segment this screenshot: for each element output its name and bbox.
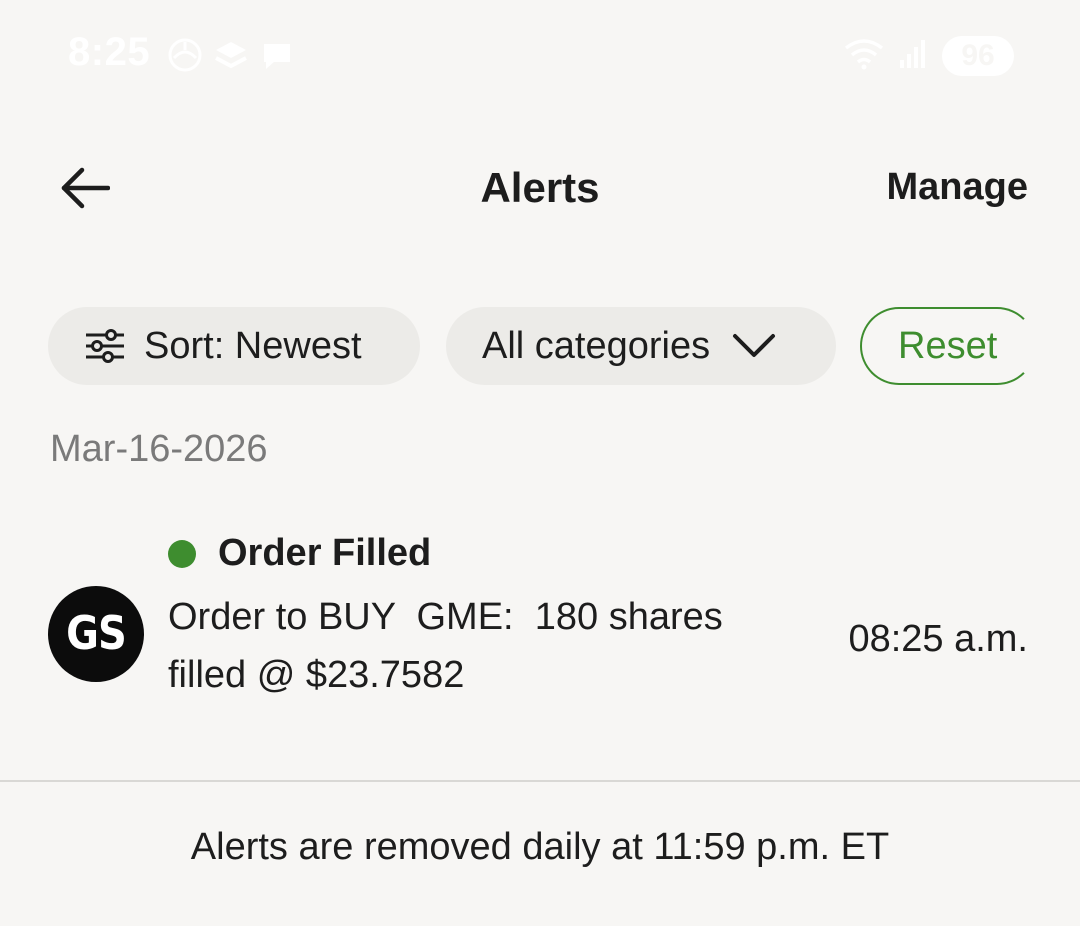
status-icons-right: 96 [844,36,1014,76]
chat-icon [260,38,294,77]
manage-button[interactable]: Manage [887,166,1028,209]
wifi-icon [844,38,884,75]
sort-chip[interactable]: Sort: Newest [48,307,420,385]
date-group-header: Mar-16-2026 [50,428,268,470]
alert-header: Order Filled [168,532,431,575]
alert-time: 08:25 a.m. [848,618,1028,660]
avatar-initials: GS [66,607,127,661]
status-dot-icon [168,539,196,568]
status-bar: 8:25 96 [0,0,1080,110]
top-app-bar: Alerts Manage [0,140,1080,240]
sort-label: Sort: Newest [144,324,362,367]
sliders-icon [84,329,126,363]
signal-icon [898,38,928,75]
divider [0,780,1080,782]
avatar: GS [48,586,144,682]
alerts-screen: 8:25 96 Alerts Manage Sort: Newest All c… [0,0,1080,926]
reset-button[interactable]: Reset [860,307,1036,385]
category-label: All categories [482,324,711,367]
category-dropdown[interactable]: All categories [446,307,836,385]
alert-list-item[interactable]: GS Order Filled Order to BUY GME: 180 sh… [0,520,1080,710]
alert-title: Order Filled [218,532,432,574]
battery-indicator: 96 [942,36,1014,76]
alert-message: Order to BUY GME: 180 shares filled @ $2… [168,596,723,696]
chevron-down-icon [732,332,776,360]
filter-bar: Sort: Newest All categories Reset [48,307,1038,385]
footer-note: Alerts are removed daily at 11:59 p.m. E… [190,826,890,868]
status-icons-left [168,38,294,77]
stack-icon [212,38,250,77]
status-time: 8:25 [68,30,151,74]
sun-icon [168,38,202,77]
